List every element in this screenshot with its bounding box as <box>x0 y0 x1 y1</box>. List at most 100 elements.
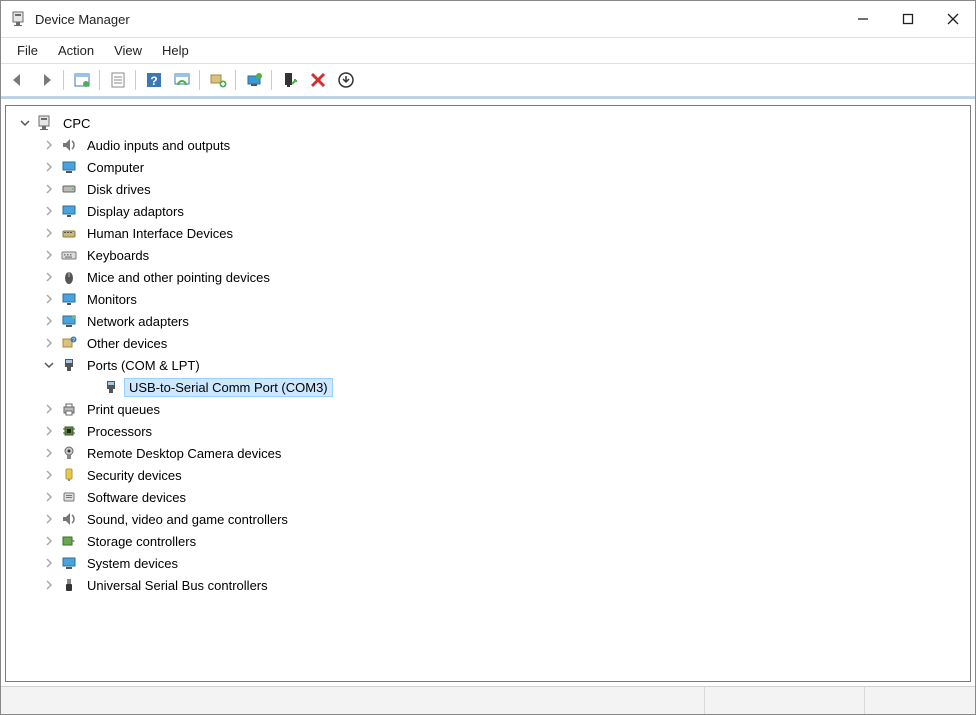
tree-category-camera[interactable]: Remote Desktop Camera devices <box>8 442 968 464</box>
tree-category-label[interactable]: Keyboards <box>82 246 154 265</box>
tree-category-label[interactable]: Software devices <box>82 488 191 507</box>
expander-icon[interactable] <box>42 138 56 152</box>
tree-category-hid[interactable]: Human Interface Devices <box>8 222 968 244</box>
tree-item-label[interactable]: USB-to-Serial Comm Port (COM3) <box>124 378 333 397</box>
tree-category-label[interactable]: System devices <box>82 554 183 573</box>
window-titlebar: Device Manager <box>1 1 975 37</box>
security-icon <box>60 466 78 484</box>
tree-category-storage[interactable]: Storage controllers <box>8 530 968 552</box>
tree-category-label[interactable]: Display adaptors <box>82 202 189 221</box>
expander-icon[interactable] <box>42 292 56 306</box>
expander-icon[interactable] <box>42 204 56 218</box>
tree-category-label[interactable]: Processors <box>82 422 157 441</box>
usb-icon <box>60 576 78 594</box>
properties-button[interactable] <box>105 67 131 93</box>
update-driver-button[interactable] <box>241 67 267 93</box>
expander-icon[interactable] <box>42 534 56 548</box>
computer-root-icon <box>36 114 54 132</box>
tree-category-label[interactable]: Remote Desktop Camera devices <box>82 444 286 463</box>
tree-category-security[interactable]: Security devices <box>8 464 968 486</box>
install-driver-button[interactable] <box>333 67 359 93</box>
uninstall-device-button[interactable] <box>305 67 331 93</box>
menu-file[interactable]: File <box>7 40 48 61</box>
tree-category-label[interactable]: Mice and other pointing devices <box>82 268 275 287</box>
expander-icon[interactable] <box>42 226 56 240</box>
tree-root-label[interactable]: CPC <box>58 114 95 133</box>
tree-category-sound[interactable]: Sound, video and game controllers <box>8 508 968 530</box>
tree-category-network[interactable]: Network adapters <box>8 310 968 332</box>
system-icon <box>60 554 78 572</box>
tree-category-label[interactable]: Human Interface Devices <box>82 224 238 243</box>
show-hidden-button[interactable] <box>69 67 95 93</box>
tree-category-computer[interactable]: Computer <box>8 156 968 178</box>
back-button[interactable] <box>5 67 31 93</box>
tree-category-label[interactable]: Ports (COM & LPT) <box>82 356 205 375</box>
tree-category-usb[interactable]: Universal Serial Bus controllers <box>8 574 968 596</box>
tree-category-label[interactable]: Storage controllers <box>82 532 201 551</box>
forward-button[interactable] <box>33 67 59 93</box>
expander-icon[interactable] <box>42 358 56 372</box>
expander-icon[interactable] <box>42 182 56 196</box>
toolbar-separator <box>269 67 275 93</box>
tree-category-label[interactable]: Other devices <box>82 334 172 353</box>
expander-icon[interactable] <box>42 424 56 438</box>
storage-icon <box>60 532 78 550</box>
menu-action[interactable]: Action <box>48 40 104 61</box>
expander-icon[interactable] <box>42 512 56 526</box>
network-icon <box>60 312 78 330</box>
tree-category-keyboard[interactable]: Keyboards <box>8 244 968 266</box>
tree-category-label[interactable]: Computer <box>82 158 149 177</box>
tree-category-disk[interactable]: Disk drives <box>8 178 968 200</box>
minimize-button[interactable] <box>840 1 885 37</box>
tree-category-label[interactable]: Network adapters <box>82 312 194 331</box>
tree-root[interactable]: CPC Audio inputs and outputs Computer Disk… <box>8 112 968 596</box>
tree-category-label[interactable]: Disk drives <box>82 180 156 199</box>
tree-category-label[interactable]: Print queues <box>82 400 165 419</box>
tree-category-label[interactable]: Security devices <box>82 466 187 485</box>
add-legacy-hardware-button[interactable] <box>205 67 231 93</box>
tree-category-ports[interactable]: Ports (COM & LPT) USB-to-Serial Comm Port… <box>8 354 968 398</box>
scan-hardware-button[interactable] <box>169 67 195 93</box>
tree-category-label[interactable]: Universal Serial Bus controllers <box>82 576 273 595</box>
expander-icon[interactable] <box>42 446 56 460</box>
print-icon <box>60 400 78 418</box>
tree-category-system[interactable]: System devices <box>8 552 968 574</box>
expander-icon[interactable] <box>42 578 56 592</box>
tree-category-display[interactable]: Display adaptors <box>8 200 968 222</box>
expander-icon[interactable] <box>42 160 56 174</box>
expander-icon[interactable] <box>18 116 32 130</box>
enable-device-button[interactable] <box>277 67 303 93</box>
toolbar-separator <box>233 67 239 93</box>
toolbar-separator <box>97 67 103 93</box>
expander-icon[interactable] <box>42 490 56 504</box>
tree-category-label[interactable]: Audio inputs and outputs <box>82 136 235 155</box>
expander-icon[interactable] <box>42 314 56 328</box>
keyboard-icon <box>60 246 78 264</box>
expander-icon[interactable] <box>42 270 56 284</box>
tree-category-audio[interactable]: Audio inputs and outputs <box>8 134 968 156</box>
expander-icon[interactable] <box>42 336 56 350</box>
tree-category-print[interactable]: Print queues <box>8 398 968 420</box>
maximize-button[interactable] <box>885 1 930 37</box>
tree-category-label[interactable]: Sound, video and game controllers <box>82 510 293 529</box>
usbserial-icon <box>102 378 120 396</box>
tree-category-monitor[interactable]: Monitors <box>8 288 968 310</box>
tree-category-software[interactable]: Software devices <box>8 486 968 508</box>
expander-icon[interactable] <box>42 468 56 482</box>
help-button[interactable]: ? <box>141 67 167 93</box>
menu-help[interactable]: Help <box>152 40 199 61</box>
tree-category-mouse[interactable]: Mice and other pointing devices <box>8 266 968 288</box>
menu-view[interactable]: View <box>104 40 152 61</box>
tree-item-usbserial[interactable]: USB-to-Serial Comm Port (COM3) <box>8 376 968 398</box>
close-button[interactable] <box>930 1 975 37</box>
device-tree[interactable]: CPC Audio inputs and outputs Computer Disk… <box>5 105 971 682</box>
expander-icon[interactable] <box>42 556 56 570</box>
toolbar-separator <box>133 67 139 93</box>
svg-text:?: ? <box>72 338 75 344</box>
expander-icon[interactable] <box>42 248 56 262</box>
expander-icon[interactable] <box>42 402 56 416</box>
tree-category-cpu[interactable]: Processors <box>8 420 968 442</box>
ports-icon <box>60 356 78 374</box>
tree-category-other[interactable]: ? Other devices <box>8 332 968 354</box>
tree-category-label[interactable]: Monitors <box>82 290 142 309</box>
